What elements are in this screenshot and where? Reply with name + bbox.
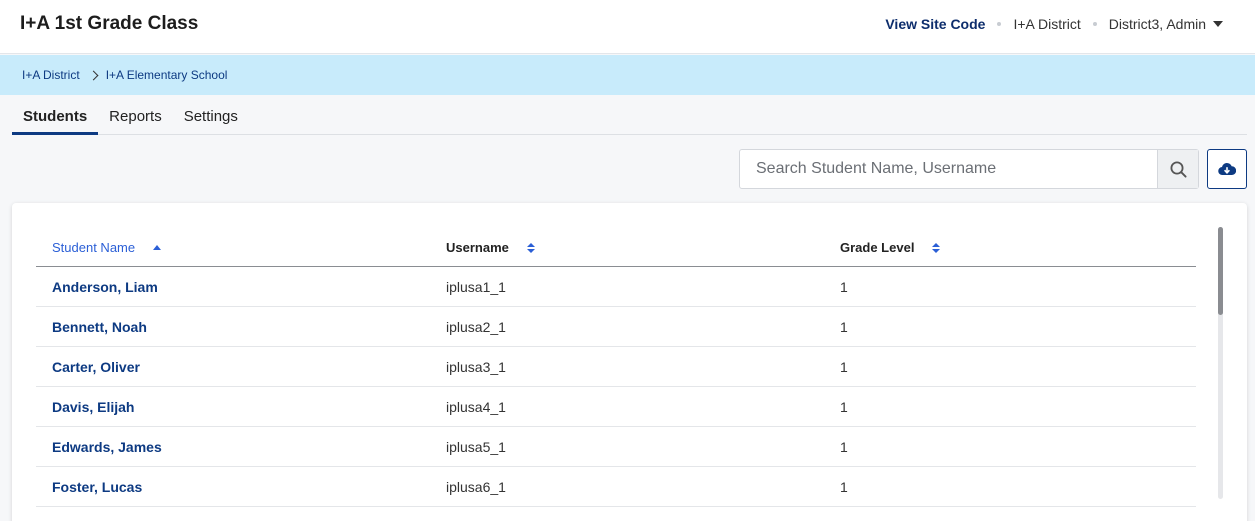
sort-icon	[526, 242, 535, 253]
username-cell: iplusa3_1	[446, 359, 506, 375]
grade-cell: 1	[840, 479, 848, 495]
scrollbar-thumb[interactable]	[1218, 227, 1223, 315]
district-label: I+A District	[1013, 16, 1081, 32]
column-student-name[interactable]: Student Name	[52, 240, 162, 255]
student-name-link[interactable]: Edwards, James	[52, 439, 162, 455]
grade-cell: 1	[840, 319, 848, 335]
grade-cell: 1	[840, 279, 848, 295]
separator-dot	[1092, 22, 1097, 26]
column-label: Grade Level	[840, 240, 915, 255]
student-name-link[interactable]: Bennett, Noah	[52, 319, 147, 335]
breadcrumb-district-link[interactable]: I+A District	[22, 68, 80, 82]
tab-bar: Students Reports Settings	[12, 95, 1247, 135]
student-name-link[interactable]: Foster, Lucas	[52, 479, 142, 495]
table-row: Bennett, Noah iplusa2_1 1	[36, 307, 1196, 347]
cloud-download-icon	[1218, 163, 1236, 176]
table-row: Davis, Elijah iplusa4_1 1	[36, 387, 1196, 427]
table-body: Anderson, Liam iplusa1_1 1 Bennett, Noah…	[36, 267, 1196, 507]
table-header: Student Name Username Grade Level	[36, 227, 1196, 267]
username-cell: iplusa1_1	[446, 279, 506, 295]
search-box	[739, 149, 1199, 189]
tab-settings[interactable]: Settings	[173, 95, 249, 135]
user-menu[interactable]: District3, Admin	[1109, 16, 1223, 32]
search-icon	[1170, 161, 1187, 178]
table-row: Foster, Lucas iplusa6_1 1	[36, 467, 1196, 507]
grade-cell: 1	[840, 439, 848, 455]
user-name: District3, Admin	[1108, 16, 1206, 32]
student-name-link[interactable]: Davis, Elijah	[52, 399, 134, 415]
column-label: Username	[446, 240, 509, 255]
vertical-scrollbar[interactable]	[1218, 227, 1223, 499]
column-label: Student Name	[52, 240, 136, 255]
tab-reports[interactable]: Reports	[98, 95, 173, 135]
username-cell: iplusa2_1	[446, 319, 506, 335]
view-site-code-link[interactable]: View Site Code	[885, 16, 985, 32]
username-cell: iplusa5_1	[446, 439, 506, 455]
tab-students[interactable]: Students	[12, 95, 99, 135]
search-button[interactable]	[1157, 150, 1198, 188]
table-row: Edwards, James iplusa5_1 1	[36, 427, 1196, 467]
page-title: I+A 1st Grade Class	[20, 13, 199, 34]
username-cell: iplusa6_1	[446, 479, 506, 495]
student-name-link[interactable]: Anderson, Liam	[52, 279, 158, 295]
sort-icon	[932, 242, 941, 253]
top-header: I+A 1st Grade Class View Site Code I+A D…	[0, 0, 1255, 54]
grade-cell: 1	[840, 399, 848, 415]
grade-cell: 1	[840, 359, 848, 375]
sort-ascending-icon	[153, 245, 162, 250]
search-input[interactable]	[740, 150, 1157, 188]
breadcrumb: I+A District I+A Elementary School	[0, 55, 1255, 95]
header-actions: View Site Code I+A District District3, A…	[885, 16, 1223, 32]
column-username[interactable]: Username	[446, 240, 535, 255]
username-cell: iplusa4_1	[446, 399, 506, 415]
table-row: Carter, Oliver iplusa3_1 1	[36, 347, 1196, 387]
separator-dot	[997, 22, 1002, 26]
chevron-right-icon	[88, 70, 99, 80]
student-name-link[interactable]: Carter, Oliver	[52, 359, 140, 375]
download-button[interactable]	[1207, 149, 1247, 189]
caret-down-icon	[1213, 21, 1223, 27]
table-row: Anderson, Liam iplusa1_1 1	[36, 267, 1196, 307]
column-grade-level[interactable]: Grade Level	[840, 240, 941, 255]
students-table-card: Student Name Username Grade Level Anders…	[12, 203, 1247, 521]
breadcrumb-school-link[interactable]: I+A Elementary School	[106, 68, 228, 82]
